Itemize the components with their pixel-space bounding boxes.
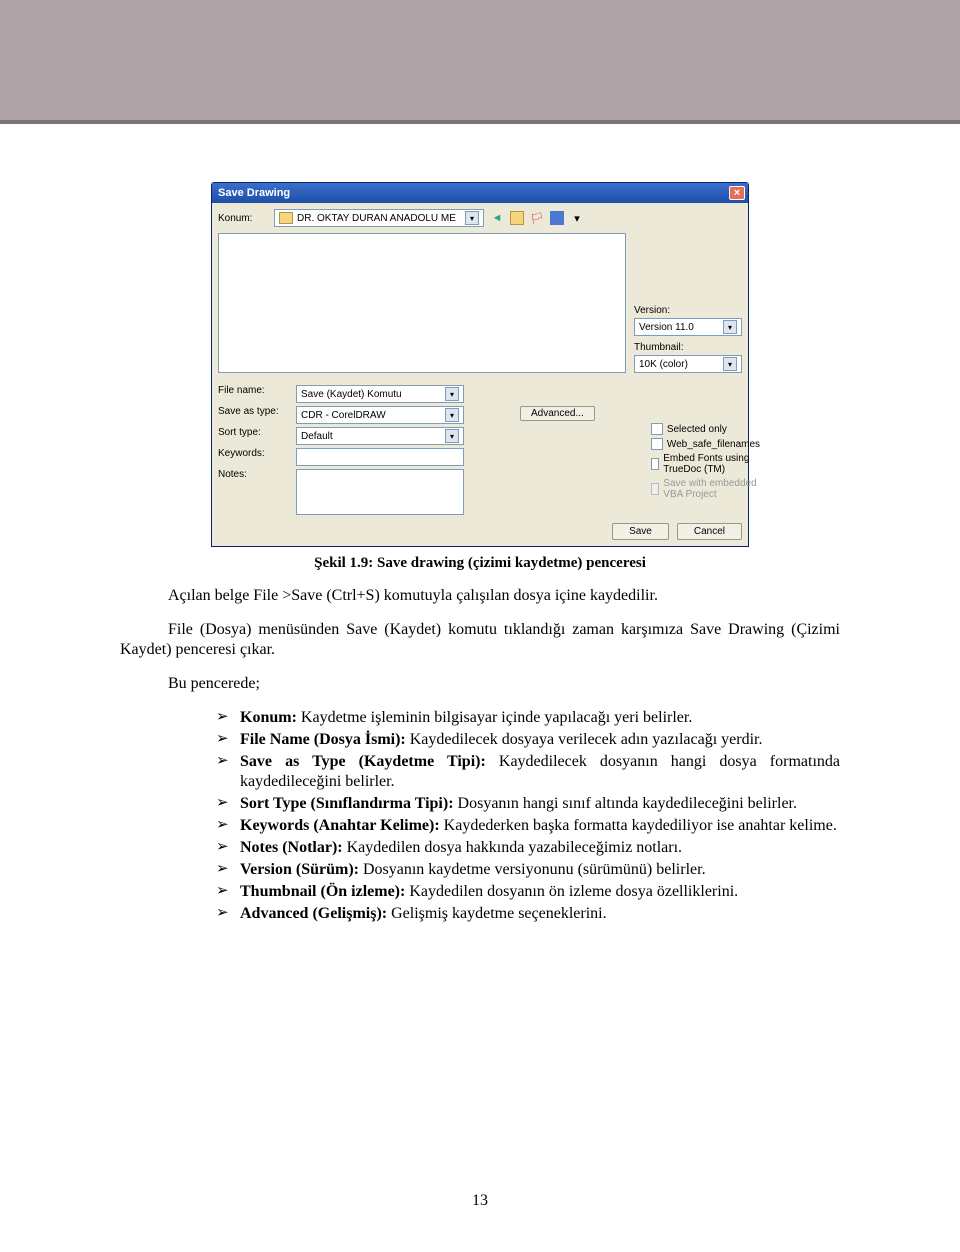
file-list[interactable] (218, 233, 626, 373)
thumbnail-dropdown[interactable]: 10K (color) ▾ (634, 355, 742, 373)
saveastype-dropdown[interactable]: CDR - CorelDRAW ▾ (296, 406, 464, 424)
filename-value: Save (Kaydet) Komutu (301, 389, 402, 400)
filename-label: File name: (218, 385, 290, 396)
paragraph-1: Açılan belge File >Save (Ctrl+S) komutuy… (120, 586, 840, 606)
header-banner (0, 0, 960, 124)
notes-input[interactable] (296, 469, 464, 515)
saveastype-value: CDR - CorelDRAW (301, 410, 386, 421)
chevron-down-icon: ▾ (465, 211, 479, 225)
back-icon[interactable]: ◄ (490, 211, 504, 225)
list-item: Version (Sürüm): Dosyanın kaydetme versi… (216, 860, 840, 880)
konum-label: Konum: (218, 213, 268, 224)
sorttype-label: Sort type: (218, 427, 290, 438)
konum-dropdown[interactable]: DR. OKTAY DURAN ANADOLU ME ▾ (274, 209, 484, 227)
paragraph-2: File (Dosya) menüsünden Save (Kaydet) ko… (120, 620, 840, 660)
figure-caption: Şekil 1.9: Save drawing (çizimi kaydetme… (120, 555, 840, 572)
save-drawing-dialog-figure: Save Drawing × Konum: DR. OKTAY DURAN AN… (211, 182, 749, 547)
thumbnail-label: Thumbnail: (634, 342, 742, 353)
dialog-title: Save Drawing (218, 187, 290, 199)
cancel-button[interactable]: Cancel (677, 523, 742, 540)
checkbox-web-safe[interactable]: Web_safe_filenames (651, 438, 760, 450)
advanced-button[interactable]: Advanced... (520, 406, 595, 421)
views-icon[interactable] (550, 211, 564, 225)
checkbox-icon (651, 423, 663, 435)
folder-icon (279, 212, 293, 224)
chevron-down-icon: ▾ (445, 429, 459, 443)
favorites-icon[interactable]: 🏳 (530, 211, 544, 225)
chevron-down-icon: ▾ (445, 408, 459, 422)
keywords-input[interactable] (296, 448, 464, 466)
page-number: 13 (0, 1192, 960, 1210)
list-item: Advanced (Gelişmiş): Gelişmiş kaydetme s… (216, 904, 840, 924)
list-item: Sort Type (Sınıflandırma Tipi): Dosyanın… (216, 794, 840, 814)
version-dropdown[interactable]: Version 11.0 ▾ (634, 318, 742, 336)
list-item: Notes (Notlar): Kaydedilen dosya hakkınd… (216, 838, 840, 858)
checkbox-selected-only[interactable]: Selected only (651, 423, 760, 435)
checkbox-vba: Save with embedded VBA Project (651, 478, 760, 500)
close-icon[interactable]: × (729, 186, 745, 200)
thumbnail-value: 10K (color) (639, 359, 688, 370)
chevron-down-icon: ▾ (723, 320, 737, 334)
filename-input[interactable]: Save (Kaydet) Komutu ▾ (296, 385, 464, 403)
version-value: Version 11.0 (639, 322, 694, 333)
bullet-list: Konum: Kaydetme işleminin bilgisayar içi… (216, 708, 840, 924)
list-item: Keywords (Anahtar Kelime): Kaydederken b… (216, 816, 840, 836)
notes-label: Notes: (218, 469, 290, 480)
checkbox-embed-fonts[interactable]: Embed Fonts using TrueDoc (TM) (651, 453, 760, 475)
checkbox-icon (651, 438, 663, 450)
save-button[interactable]: Save (612, 523, 669, 540)
list-item: Thumbnail (Ön izleme): Kaydedilen dosyan… (216, 882, 840, 902)
views-menu-icon[interactable]: ▾ (570, 211, 584, 225)
chevron-down-icon: ▾ (723, 357, 737, 371)
version-label: Version: (634, 305, 742, 316)
keywords-label: Keywords: (218, 448, 290, 459)
up-folder-icon[interactable] (510, 211, 524, 225)
checkbox-icon (651, 458, 659, 470)
list-item: File Name (Dosya İsmi): Kaydedilecek dos… (216, 730, 840, 750)
sorttype-dropdown[interactable]: Default ▾ (296, 427, 464, 445)
paragraph-3: Bu pencerede; (120, 674, 840, 694)
titlebar: Save Drawing × (212, 183, 748, 203)
list-item: Save as Type (Kaydetme Tipi): Kaydedilec… (216, 752, 840, 792)
sorttype-value: Default (301, 431, 333, 442)
chevron-down-icon: ▾ (445, 387, 459, 401)
checkbox-icon (651, 483, 659, 495)
konum-value: DR. OKTAY DURAN ANADOLU ME (297, 213, 456, 224)
list-item: Konum: Kaydetme işleminin bilgisayar içi… (216, 708, 840, 728)
saveastype-label: Save as type: (218, 406, 290, 417)
